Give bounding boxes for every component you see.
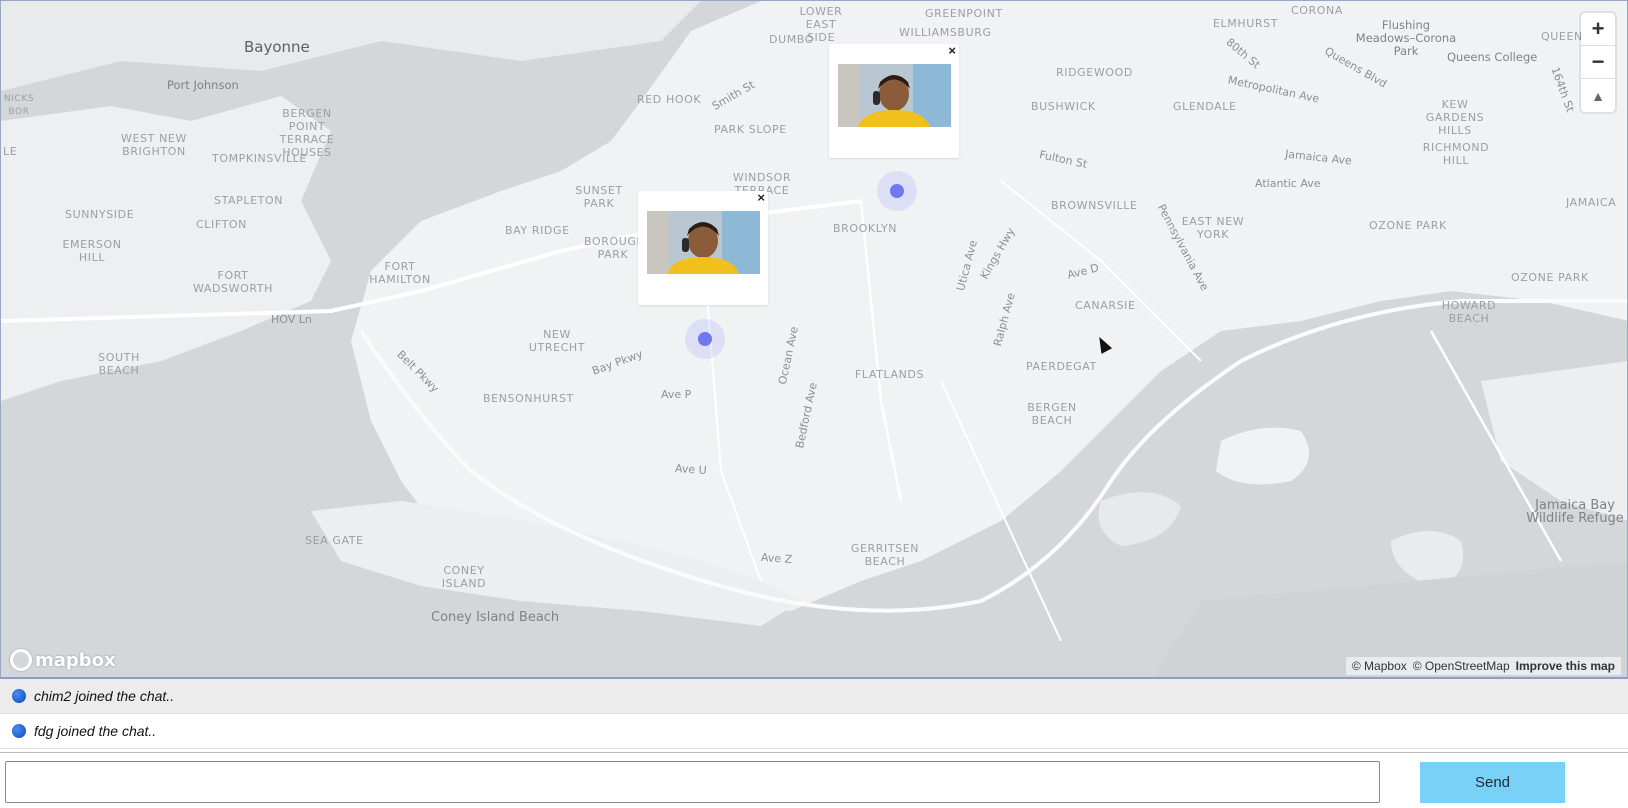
mapbox-logo[interactable]: mapbox [10, 649, 116, 671]
place-label: BERGEN BEACH [1027, 401, 1077, 427]
place-label: CORONA [1291, 4, 1343, 17]
place-label: WEST NEW BRIGHTON [121, 132, 187, 158]
place-label: NICKS BOR [3, 94, 35, 117]
video-popup: × [638, 191, 768, 305]
place-label: Flushing Meadows–Corona Park [1355, 18, 1457, 58]
chat-message: fdg joined the chat.. [0, 714, 1628, 749]
place-label: SOUTH BEACH [98, 351, 140, 377]
user-location-marker[interactable] [877, 171, 917, 211]
place-label: KEW GARDENS HILLS [1425, 98, 1485, 137]
webcam-video [647, 211, 760, 274]
place-label: DUMBO [769, 33, 815, 46]
mapbox-logo-icon [10, 649, 32, 671]
attribution-osm-link[interactable]: © OpenStreetMap [1413, 659, 1510, 673]
place-label: Port Johnson [167, 78, 239, 92]
place-label: FLATLANDS [855, 368, 925, 381]
place-label: CONEY ISLAND [441, 564, 487, 590]
attribution-mapbox-link[interactable]: © Mapbox [1352, 659, 1407, 673]
user-location-marker[interactable] [685, 319, 725, 359]
map-base [1, 1, 1627, 677]
place-label: NEW UTRECHT [528, 328, 586, 354]
road-label: Ave Z [760, 550, 793, 567]
place-label: BROOKLYN [833, 222, 898, 235]
chat-composer: Send [0, 752, 1628, 808]
send-button[interactable]: Send [1420, 762, 1565, 803]
place-label: JAMAICA [1566, 196, 1617, 209]
map[interactable]: Bayonne Port Johnson LOWER EAST SIDE GRE… [0, 0, 1628, 679]
user-status-icon [12, 724, 26, 738]
chat-message-text: chim2 joined the chat.. [34, 688, 175, 704]
map-navigation-control: + − ▲ [1581, 13, 1615, 112]
place-label: WILLIAMSBURG [899, 26, 992, 39]
place-label: OZONE PARK [1369, 219, 1447, 232]
place-label: SUNSET PARK [575, 184, 623, 210]
road-label: HOV Ln [271, 313, 312, 326]
zoom-out-button[interactable]: − [1581, 46, 1615, 79]
place-label: BUSHWICK [1031, 100, 1096, 113]
road-label: Ave P [661, 388, 692, 401]
place-label: GERRITSEN BEACH [850, 542, 920, 568]
place-label: BAY RIDGE [505, 224, 570, 237]
place-label: RED HOOK [637, 93, 702, 106]
map-attribution: © Mapbox © OpenStreetMap Improve this ma… [1345, 657, 1621, 675]
popup-close-button[interactable]: × [757, 191, 765, 205]
place-label: TOMPKINSVILLE [212, 152, 307, 165]
webcam-video [838, 64, 951, 127]
place-label: Coney Island Beach [431, 610, 560, 625]
video-thumbnail [647, 211, 760, 274]
place-label: PAERDEGAT [1026, 360, 1097, 373]
place-label: GLENDALE [1173, 100, 1237, 113]
message-input[interactable] [5, 761, 1380, 803]
place-label: OZONE PARK [1511, 271, 1589, 284]
place-label: CANARSIE [1075, 299, 1136, 312]
compass-button[interactable]: ▲ [1581, 79, 1615, 112]
place-label: BROWNSVILLE [1051, 199, 1138, 212]
place-label: FORT WADSWORTH [192, 269, 274, 295]
place-label: BENSONHURST [483, 392, 574, 405]
user-status-icon [12, 689, 26, 703]
chat-message: chim2 joined the chat.. [0, 679, 1628, 714]
place-label: EMERSON HILL [62, 238, 122, 264]
place-label: GREENPOINT [925, 7, 1003, 20]
place-label: STAPLETON [214, 194, 284, 207]
place-label: LE [3, 145, 18, 158]
place-label: BOROUGH PARK [584, 235, 646, 261]
app-root: Bayonne Port Johnson LOWER EAST SIDE GRE… [0, 0, 1628, 808]
place-label: Jamaica Bay Wildlife Refuge [1526, 498, 1624, 526]
improve-map-link[interactable]: Improve this map [1516, 659, 1615, 673]
place-label: CLIFTON [196, 218, 247, 231]
place-label: PARK SLOPE [714, 123, 787, 136]
place-label: SUNNYSIDE [65, 208, 135, 221]
place-label: Queens College [1447, 50, 1538, 64]
place-label: SEA GATE [305, 534, 364, 547]
mapbox-logo-text: mapbox [35, 649, 116, 671]
road-label: Atlantic Ave [1255, 177, 1321, 190]
place-label: FORT HAMILTON [369, 260, 431, 286]
popup-close-button[interactable]: × [948, 44, 956, 58]
place-label: HOWARD BEACH [1441, 299, 1497, 325]
video-thumbnail [838, 64, 951, 127]
chat-log: chim2 joined the chat.. fdg joined the c… [0, 679, 1628, 749]
place-label: ELMHURST [1213, 17, 1279, 30]
zoom-in-button[interactable]: + [1581, 13, 1615, 46]
place-label: RIDGEWOOD [1056, 66, 1133, 79]
place-label: Bayonne [244, 38, 310, 56]
road-label: Ave U [674, 461, 708, 478]
place-label: RICHMOND HILL [1422, 141, 1490, 167]
video-popup: × [829, 44, 959, 158]
place-label: EAST NEW YORK [1181, 215, 1245, 241]
chat-message-text: fdg joined the chat.. [34, 723, 157, 739]
